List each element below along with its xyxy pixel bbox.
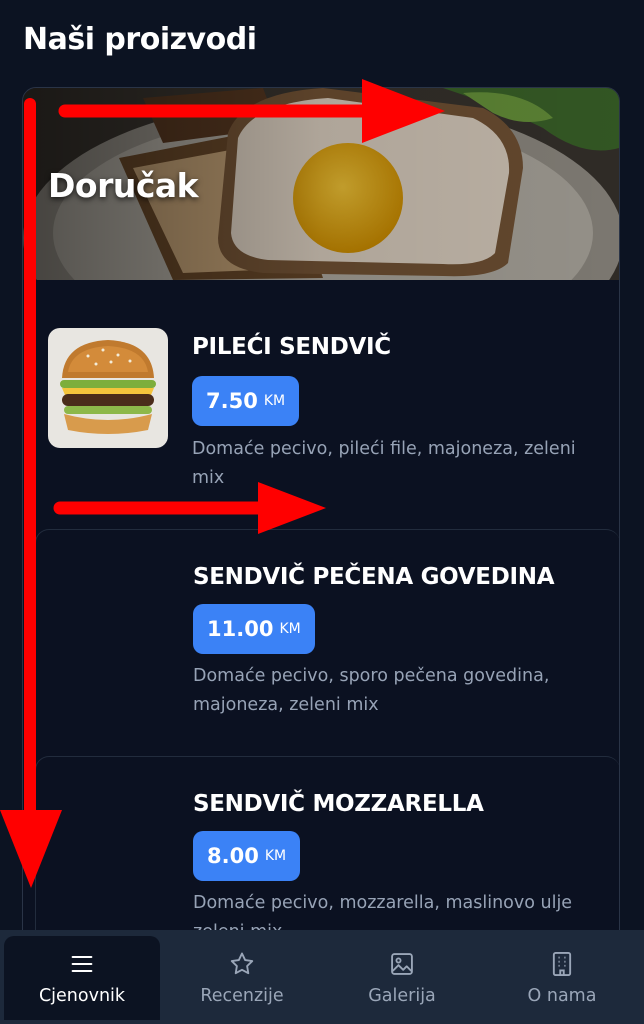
price-value: 8.00 bbox=[207, 844, 259, 868]
item-description: Domaće pecivo, sporo pečena govedina, ma… bbox=[193, 666, 550, 715]
category-title: Doručak bbox=[48, 166, 199, 205]
item-name: SENDVIČ PEČENA GOVEDINA bbox=[193, 564, 555, 590]
price-currency: KM bbox=[279, 621, 301, 637]
nav-label: Recenzije bbox=[200, 986, 284, 1006]
nav-tab-recenzije[interactable]: Recenzije bbox=[164, 936, 320, 1020]
nav-tab-o-nama[interactable]: O nama bbox=[484, 936, 640, 1020]
page-title: Naši proizvodi bbox=[23, 22, 257, 57]
price-value: 11.00 bbox=[207, 617, 274, 641]
bottom-nav: Cjenovnik Recenzije Galerija O nama bbox=[0, 930, 644, 1024]
nav-tab-galerija[interactable]: Galerija bbox=[324, 936, 480, 1020]
menu-item[interactable]: PILEĆI SENDVIČ 7.50 KM Domaće pecivo, pi… bbox=[35, 280, 619, 506]
nav-tab-cjenovnik[interactable]: Cjenovnik bbox=[4, 936, 160, 1020]
price-currency: KM bbox=[263, 393, 286, 409]
category-hero-image: Doručak bbox=[23, 88, 619, 280]
price-badge: 8.00 KM bbox=[193, 831, 301, 881]
price-badge: 7.50 KM bbox=[192, 376, 300, 426]
item-name: PILEĆI SENDVIČ bbox=[192, 334, 391, 360]
price-badge: 11.00 KM bbox=[193, 604, 315, 654]
price-currency: KM bbox=[264, 848, 287, 864]
nav-label: Cjenovnik bbox=[38, 986, 126, 1006]
menu-item[interactable]: SENDVIČ PEČENA GOVEDINA 11.00 KM Domaće … bbox=[35, 529, 619, 756]
nav-label: Galerija bbox=[368, 986, 436, 1006]
image-icon bbox=[391, 953, 413, 975]
price-value: 7.50 bbox=[206, 389, 258, 413]
category-card: Doručak PILEĆI SENDVIČ 7.50 KM Domaće pe bbox=[22, 87, 620, 989]
building-icon bbox=[552, 951, 572, 977]
star-icon bbox=[230, 952, 254, 975]
nav-label: O nama bbox=[527, 986, 597, 1006]
burger-image bbox=[48, 328, 168, 448]
item-name: SENDVIČ MOZZARELLA bbox=[193, 791, 484, 817]
item-description: Domaće pecivo, pileći file, majoneza, ze… bbox=[192, 439, 576, 488]
menu-icon bbox=[71, 955, 93, 973]
